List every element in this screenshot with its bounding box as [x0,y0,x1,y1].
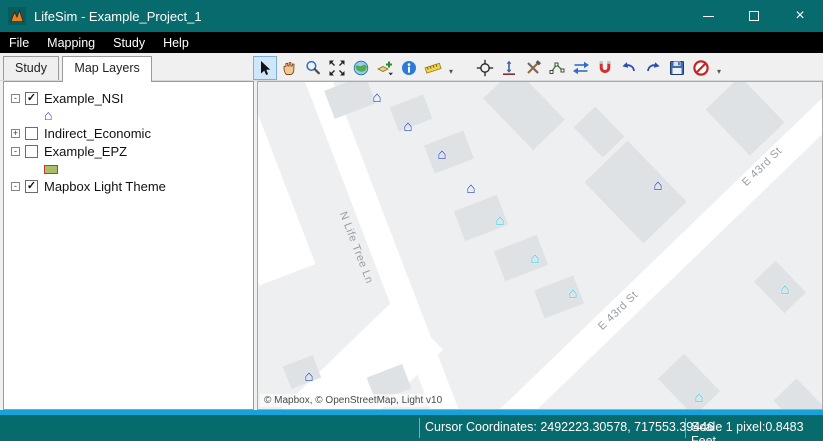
building-footprint [657,353,721,409]
tree-item-label[interactable]: Example_EPZ [44,144,127,159]
building-footprint [483,82,565,151]
zoom-extent-tool-button[interactable] [325,56,349,80]
title-bar: LifeSim - Example_Project_1 × [0,0,823,32]
building-footprint [493,234,549,282]
structure-marker-alt[interactable]: ⌂ [530,251,539,266]
tree-legend-row: ⌂ [44,107,52,123]
redo-tool-button[interactable] [641,56,665,80]
undo-tool-button[interactable] [617,56,641,80]
edit-tools-button[interactable] [521,56,545,80]
app-icon [8,7,26,25]
measure-tool-button[interactable] [421,56,445,80]
menu-file[interactable]: File [0,34,38,52]
structure-marker-alt[interactable]: ⌂ [780,282,789,297]
map-attribution: © Mapbox, © OpenStreetMap, Light v10 [260,394,447,407]
tree-checkbox[interactable]: ✓ [25,92,38,105]
structure-marker[interactable]: ⌂ [304,369,313,384]
zoom-tool-button[interactable] [301,56,325,80]
panel-tabs: Study Map Layers [3,56,152,82]
status-bar: Cursor Coordinates: 2492223.30578, 71755… [0,415,823,441]
tree-row-example-epz: - Example_EPZ [4,143,253,160]
snapping-magnet-tool-button[interactable] [593,56,617,80]
minimize-icon [702,15,714,17]
transform-arrows-tool-button[interactable] [569,56,593,80]
map-view[interactable]: N Life Tree Ln E 43rd St E 43rd St ⌂ ⌂ ⌂ ⌂ ⌂… [257,81,823,410]
save-tool-button[interactable] [665,56,689,80]
cursor-coordinates-readout: Cursor Coordinates: 2492223.30578, 71755… [425,420,715,434]
building-footprint [324,82,376,119]
map-layers-panel: - ✓ Example_NSI ⌂ + Indirect_Economic - … [3,81,254,410]
menu-mapping[interactable]: Mapping [38,34,104,52]
tree-item-label[interactable]: Mapbox Light Theme [44,179,166,194]
structure-marker-alt[interactable]: ⌂ [568,286,577,301]
tree-expander-icon[interactable]: - [11,182,20,191]
building-footprint [584,140,687,244]
tree-expander-icon[interactable]: + [11,129,20,138]
polygon-swatch-legend-icon [44,164,58,174]
window-title: LifeSim - Example_Project_1 [34,8,202,24]
scale-readout: Scale 1 pixel:0.8483 Feet [691,420,804,441]
structure-marker[interactable]: ⌂ [437,147,446,162]
map-toolbar: ▾ ▾ [253,55,725,81]
tree-checkbox[interactable] [25,145,38,158]
align-tool-button[interactable] [497,56,521,80]
identify-tool-button[interactable] [397,56,421,80]
select-tool-button[interactable] [253,56,277,80]
tree-item-label[interactable]: Indirect_Economic [44,126,151,141]
status-separator [419,418,420,438]
toolbar-overflow-icon[interactable]: ▾ [713,61,725,76]
status-separator [685,418,686,438]
street [258,82,316,286]
tree-legend-row [44,161,58,177]
lifesim-window: LifeSim - Example_Project_1 × File Mappi… [0,0,823,441]
structure-marker-alt[interactable]: ⌂ [694,390,703,405]
tab-study[interactable]: Study [3,56,59,80]
structure-marker[interactable]: ⌂ [653,178,662,193]
menu-help[interactable]: Help [154,34,198,52]
minimize-button[interactable] [685,0,731,32]
tree-expander-icon[interactable]: - [11,94,20,103]
tree-expander-icon[interactable]: - [11,147,20,156]
window-controls: × [685,0,823,32]
add-map-layer-button[interactable] [373,56,397,80]
building-footprint [773,378,822,409]
structure-point-legend-icon: ⌂ [44,107,53,123]
tab-map-layers[interactable]: Map Layers [62,56,152,82]
tree-row-mapbox-light-theme: - ✓ Mapbox Light Theme [4,178,253,195]
edit-vertices-tool-button[interactable] [545,56,569,80]
menu-bar: File Mapping Study Help [0,32,823,53]
maximize-icon [749,11,759,21]
structure-marker[interactable]: ⌂ [466,181,475,196]
plot-extent-tool-button[interactable] [473,56,497,80]
tree-item-label[interactable]: Example_NSI [44,91,123,106]
tree-checkbox[interactable]: ✓ [25,180,38,193]
menu-study[interactable]: Study [104,34,154,52]
pan-tool-button[interactable] [277,56,301,80]
cancel-tool-button[interactable] [689,56,713,80]
close-button[interactable]: × [777,0,823,32]
close-icon: × [795,7,805,24]
building-footprint [424,130,474,174]
tree-checkbox[interactable] [25,127,38,140]
structure-marker[interactable]: ⌂ [403,119,412,134]
globe-tool-button[interactable] [349,56,373,80]
toolbar-overflow-icon[interactable]: ▾ [445,61,457,76]
tree-row-indirect-economic: + Indirect_Economic [4,125,253,142]
structure-marker-alt[interactable]: ⌂ [495,213,504,228]
structure-marker[interactable]: ⌂ [372,90,381,105]
maximize-button[interactable] [731,0,777,32]
tree-row-example-nsi: - ✓ Example_NSI [4,90,253,107]
